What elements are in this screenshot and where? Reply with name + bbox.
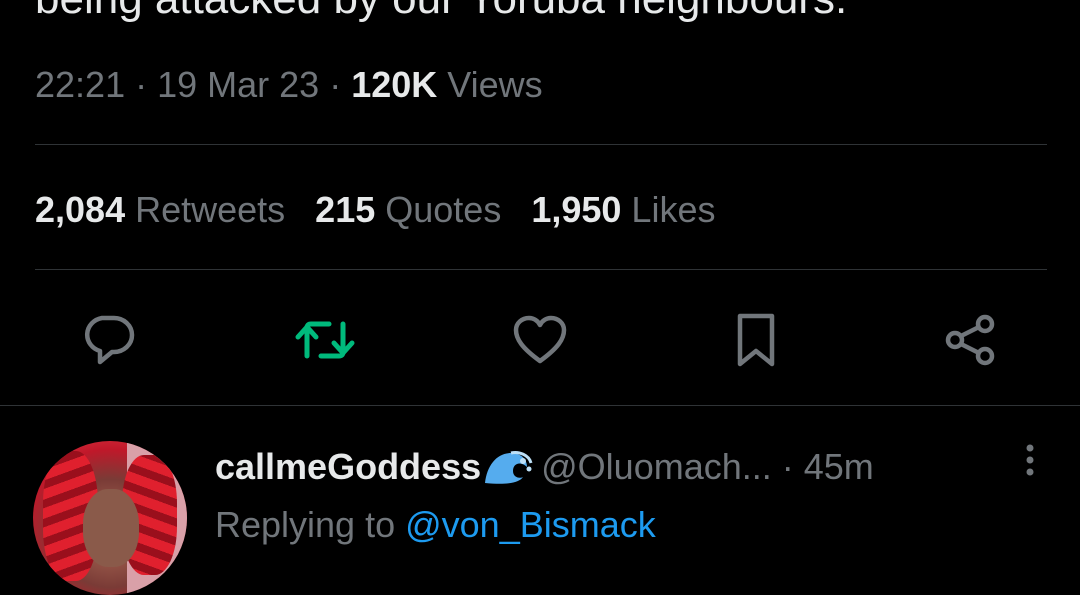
wave-emoji-icon [483, 447, 533, 496]
retweets-count: 2,084 [35, 189, 126, 230]
reply-button[interactable] [78, 310, 138, 370]
share-button[interactable] [941, 310, 1001, 370]
engagement-stats: 2,084 Retweets 215 Quotes 1,950 Likes [35, 187, 745, 233]
retweets-stat[interactable]: 2,084 Retweets [35, 187, 285, 233]
quotes-label: Quotes [375, 189, 502, 230]
likes-label: Likes [621, 189, 716, 230]
share-icon [945, 314, 995, 366]
retweets-label: Retweets [125, 189, 286, 230]
avatar-face [83, 489, 139, 567]
more-vertical-icon [1026, 444, 1034, 476]
quotes-stat[interactable]: 215 Quotes [315, 187, 501, 233]
divider [35, 144, 1047, 145]
meta-separator: · [319, 64, 352, 105]
views-count[interactable]: 120K [351, 64, 437, 105]
avatar[interactable] [33, 441, 187, 595]
quotes-count: 215 [315, 189, 376, 230]
bookmark-button[interactable] [726, 310, 786, 370]
reply-timestamp[interactable]: 45m [804, 446, 874, 487]
likes-count: 1,950 [531, 189, 622, 230]
mention-link[interactable]: @von_Bismack [405, 504, 656, 545]
tweet-text: being attacked by our Yoruba neighbours. [35, 0, 847, 28]
replying-to: Replying to @von_Bismack [215, 502, 656, 548]
bookmark-icon [737, 313, 775, 367]
retweet-icon [295, 321, 355, 359]
more-options-button[interactable] [1020, 442, 1040, 482]
retweet-button[interactable] [295, 310, 355, 370]
tweet-date[interactable]: 19 Mar 23 [157, 64, 319, 105]
meta-separator: · [771, 446, 804, 487]
reply-icon [84, 315, 135, 365]
like-button[interactable] [510, 310, 570, 370]
tweet-meta: 22:21 · 19 Mar 23 · 120K Views [35, 62, 543, 108]
display-name[interactable]: callmeGoddess [215, 446, 481, 487]
views-label[interactable]: Views [437, 64, 542, 105]
reply-tweet[interactable]: callmeGoddess @Oluomach... · 45m Replying… [0, 406, 1080, 595]
meta-separator: · [125, 64, 158, 105]
like-icon [513, 315, 567, 364]
divider [35, 269, 1047, 270]
user-handle[interactable]: @Oluomach... [541, 446, 772, 487]
likes-stat[interactable]: 1,950 Likes [531, 187, 715, 233]
reply-header: callmeGoddess @Oluomach... · 45m [215, 444, 874, 496]
tweet-time[interactable]: 22:21 [35, 64, 125, 105]
replying-prefix: Replying to [215, 504, 406, 545]
